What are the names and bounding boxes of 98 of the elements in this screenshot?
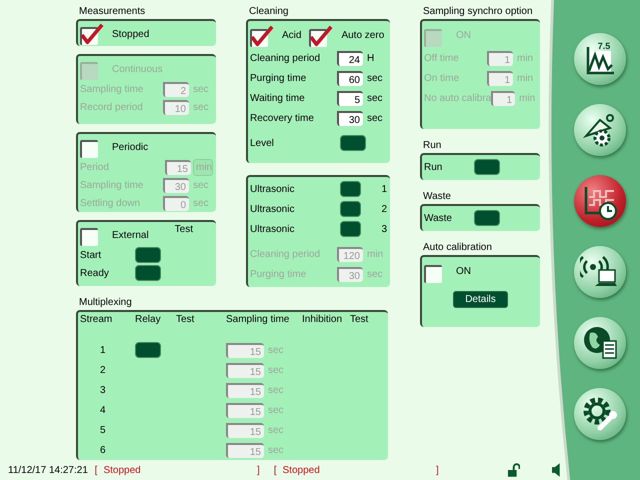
stream-number: 6 [100, 444, 106, 456]
indicator-label: Start [80, 250, 102, 260]
unit-label: sec [366, 268, 384, 280]
chart-value-label: 7.5 [598, 41, 610, 51]
indicator-lamp [340, 135, 366, 151]
unit-label: sec [267, 404, 285, 416]
section-title: Sampling synchro option [422, 5, 534, 18]
unit-label: min [516, 72, 534, 84]
status-text: Stopped [103, 464, 142, 476]
indicator-label: Level [250, 138, 275, 148]
section-title: Multiplexing [78, 296, 133, 309]
unit-label: H [366, 52, 376, 64]
indicator-label: Ultrasonic [250, 184, 296, 194]
unlocked-lock-icon[interactable] [506, 463, 520, 477]
indicator-lamp [474, 210, 500, 226]
indicator-label: Ultrasonic [250, 204, 296, 214]
checkbox[interactable] [80, 23, 104, 45]
column-header: Test [176, 314, 196, 327]
unit-label: sec [366, 72, 384, 84]
speaker-icon[interactable] [552, 463, 560, 477]
field-label: Recovery time [250, 112, 315, 124]
indicator-label: Ready [80, 268, 110, 278]
section-title: Waste [422, 190, 452, 203]
checkbox-label: ON [456, 266, 472, 277]
indicator-label: Run [424, 162, 444, 172]
section-title: Measurements [78, 5, 146, 18]
indicator-label: Waste [424, 212, 453, 224]
field-label: Waiting time [250, 92, 306, 104]
indicator-lamp [474, 159, 500, 175]
field-label: On time [424, 72, 460, 84]
checkbox-label: ON [456, 30, 472, 41]
indicator-lamp [135, 247, 161, 263]
section-title: Run [422, 139, 442, 152]
unit-label: min [516, 52, 534, 64]
indicator-number: 2 [381, 204, 387, 214]
unit-label: sec [192, 84, 210, 94]
indicator-label: Ultrasonic [250, 224, 296, 234]
checkbox-label: Periodic [112, 142, 150, 152]
unit-label: sec [267, 444, 285, 456]
unit-label: sec [192, 102, 210, 112]
field-label: No auto calibra [424, 92, 492, 104]
unit-label: sec [267, 384, 285, 396]
unit-label: min [518, 92, 536, 104]
field-label: Purging time [250, 72, 308, 84]
unit-label: sec [267, 344, 285, 356]
unit-label: sec [267, 364, 285, 376]
bracket: [ [94, 464, 98, 476]
stream-number: 4 [100, 404, 106, 416]
stream-number: 2 [100, 364, 106, 376]
column-header: Sampling time [226, 314, 290, 327]
stream-number: 1 [100, 344, 106, 356]
column-header: Relay [135, 314, 162, 327]
field-label: Period [80, 162, 110, 172]
checkbox-label: Continuous [112, 64, 164, 74]
field-label: Sampling time [80, 180, 144, 190]
indicator-lamp [340, 201, 362, 217]
checkbox[interactable] [250, 24, 274, 46]
indicator-number: 3 [381, 224, 387, 234]
checkbox-label: Acid [282, 30, 302, 41]
column-label: Test [174, 224, 193, 235]
unit-label: sec [366, 92, 384, 104]
checkbox-label: External [112, 230, 150, 240]
indicator-number: 1 [381, 184, 387, 194]
unit-label: sec [192, 198, 210, 208]
stream-number: 3 [100, 384, 106, 396]
field-label: Cleaning period [250, 248, 322, 260]
unit-label: sec [267, 424, 285, 436]
field-label: Purging time [250, 268, 308, 280]
column-header: Test [350, 314, 370, 327]
stream-number: 5 [100, 424, 106, 436]
bracket: ] [436, 464, 439, 476]
unit-label: sec [192, 180, 210, 190]
checkbox-label: Auto zero [341, 30, 384, 41]
section-title: Cleaning [248, 5, 290, 18]
indicator-lamp [340, 181, 362, 197]
date-time: 11/12/17 14:27:21 [8, 464, 89, 476]
unit-label: min [366, 248, 384, 260]
field-label: Record period [80, 102, 144, 112]
field-label: Cleaning period [250, 52, 322, 64]
input-field[interactable]: 24 [337, 50, 363, 66]
details-button[interactable]: Details [453, 290, 508, 308]
indicator-lamp [340, 221, 362, 237]
checkbox-label: Stopped [112, 28, 150, 40]
field-label: Sampling time [80, 84, 144, 94]
unit-label: sec [366, 112, 384, 124]
input-field[interactable]: 60 [337, 70, 363, 86]
checkbox[interactable] [309, 24, 334, 46]
bracket: [ [274, 464, 277, 476]
column-header: Inhibition [302, 314, 344, 327]
column-header: Stream [80, 314, 114, 327]
status-text: Stopped [282, 464, 321, 476]
field-label: Off time [424, 52, 460, 64]
section-title: Auto calibration [422, 241, 493, 254]
bracket: ] [256, 464, 260, 476]
field-label: Settling down [80, 198, 142, 208]
indicator-lamp [135, 265, 161, 281]
input-field[interactable]: 5 [337, 90, 363, 106]
input-field[interactable]: 30 [337, 110, 363, 126]
